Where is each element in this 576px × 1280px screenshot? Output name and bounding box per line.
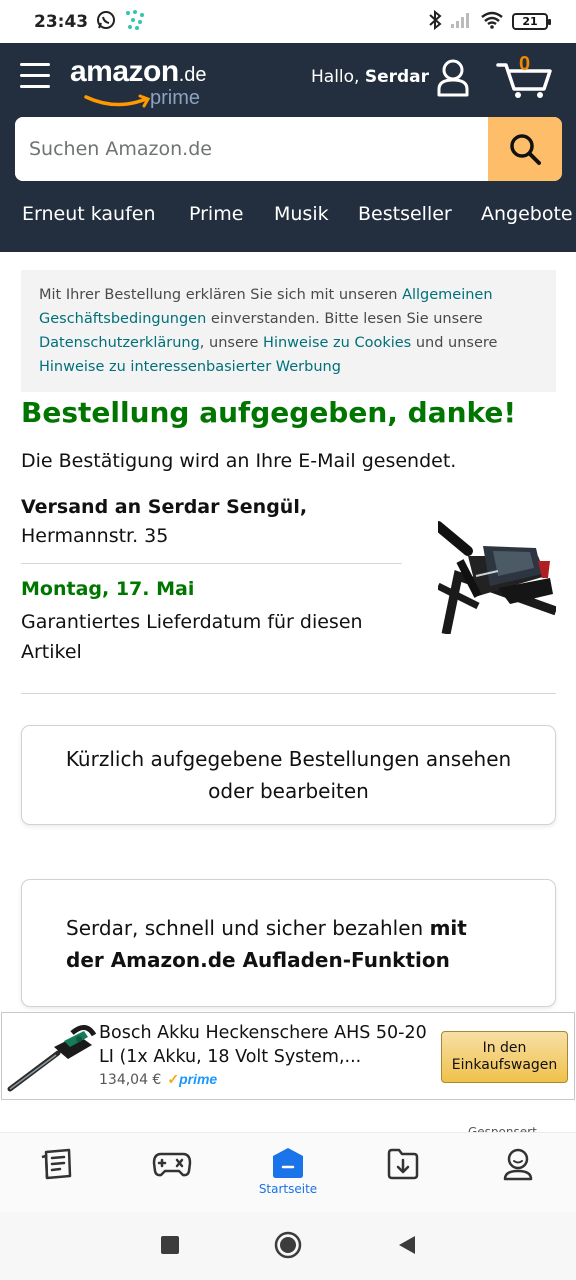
system-navigation-bar [0, 1212, 576, 1280]
battery-icon: 21 [512, 13, 551, 30]
nav-link-bestseller[interactable]: Bestseller [358, 203, 452, 225]
amazon-header: amazon.de prime Hallo, Serdar 0 Erneut k… [0, 43, 576, 252]
app-notification-icon [124, 9, 146, 35]
shipping-name: Versand an Serdar Sengül, [21, 496, 308, 518]
search-icon [510, 134, 541, 165]
ad-product-image[interactable] [6, 1019, 98, 1095]
whatsapp-icon [96, 10, 116, 34]
nav-link-prime[interactable]: Prime [189, 203, 243, 225]
nav-links: Erneut kaufen Prime Musik Bestseller Ang… [0, 203, 576, 247]
status-bar: 23:43 21 [0, 0, 576, 43]
download-icon [387, 1148, 419, 1180]
sponsored-label: Gesponsert [468, 1125, 537, 1132]
search-bar [15, 117, 562, 181]
prime-badge: ✓prime [167, 1071, 218, 1087]
prime-check-icon: ✓ [167, 1071, 180, 1087]
smile-arrow-icon [84, 94, 151, 108]
cart-count: 0 [519, 53, 531, 75]
ad-price-row: 134,04 € ✓prime [99, 1071, 217, 1088]
nav-link-angebote[interactable]: Angebote [481, 203, 573, 225]
nav-link-erneut-kaufen[interactable]: Erneut kaufen [22, 203, 156, 225]
home-circle-icon[interactable] [274, 1231, 302, 1263]
nav-link-musik[interactable]: Musik [274, 203, 329, 225]
legal-notice: Mit Ihrer Bestellung erklären Sie sich m… [21, 270, 556, 392]
page-title: Bestellung aufgegeben, danke! [21, 396, 517, 429]
cookies-link[interactable]: Hinweise zu Cookies [263, 335, 411, 351]
greeting[interactable]: Hallo, Serdar [311, 67, 429, 87]
news-icon [41, 1148, 72, 1180]
home-icon [273, 1148, 303, 1178]
product-image[interactable] [433, 516, 558, 635]
search-input[interactable] [15, 117, 488, 181]
shipping-address: Hermannstr. 35 [21, 525, 169, 547]
promo-card[interactable]: Serdar, schnell und sicher bezahlen mit … [21, 879, 556, 1007]
games-tab[interactable] [142, 1147, 202, 1207]
privacy-link[interactable]: Datenschutzerklärung [39, 335, 200, 351]
recents-icon[interactable] [161, 1236, 179, 1258]
bluetooth-icon [428, 9, 442, 34]
home-tab-label: Startseite [258, 1182, 318, 1196]
cart-button[interactable]: 0 [496, 53, 554, 99]
interest-ads-link[interactable]: Hinweise zu interessenbasierter Werbung [39, 359, 341, 375]
profile-tab[interactable] [488, 1147, 548, 1207]
sponsored-ad[interactable]: Bosch Akku Heckenschere AHS 50-20 LI (1x… [1, 1012, 575, 1100]
signal-icon [450, 11, 472, 33]
back-icon[interactable] [398, 1235, 416, 1259]
divider [21, 563, 402, 564]
news-tab[interactable] [27, 1147, 87, 1207]
wifi-icon [480, 11, 504, 33]
downloads-tab[interactable] [373, 1147, 433, 1207]
account-icon[interactable] [436, 59, 470, 101]
menu-icon[interactable] [20, 63, 50, 89]
add-to-cart-button[interactable]: In den Einkaufswagen [441, 1031, 568, 1083]
gamepad-icon [152, 1152, 192, 1177]
profile-icon [503, 1148, 533, 1181]
user-name: Serdar [364, 67, 430, 87]
home-tab[interactable]: Startseite [258, 1147, 318, 1207]
ad-title[interactable]: Bosch Akku Heckenschere AHS 50-20 LI (1x… [99, 1021, 429, 1069]
delivery-date: Montag, 17. Mai [21, 578, 195, 600]
confirmation-text: Die Bestätigung wird an Ihre E-Mail gese… [21, 450, 457, 472]
divider [21, 693, 556, 694]
browser-bottom-nav: Startseite [0, 1132, 576, 1212]
search-button[interactable] [488, 117, 562, 181]
status-time: 23:43 [34, 11, 89, 32]
view-orders-button[interactable]: Kürzlich aufgegebene Bestellungen ansehe… [21, 725, 556, 825]
amazon-logo[interactable]: amazon.de prime [70, 55, 230, 111]
ad-price: 134,04 € [99, 1071, 162, 1088]
delivery-note: Garantiertes Lieferdatum für diesen Arti… [21, 611, 363, 663]
